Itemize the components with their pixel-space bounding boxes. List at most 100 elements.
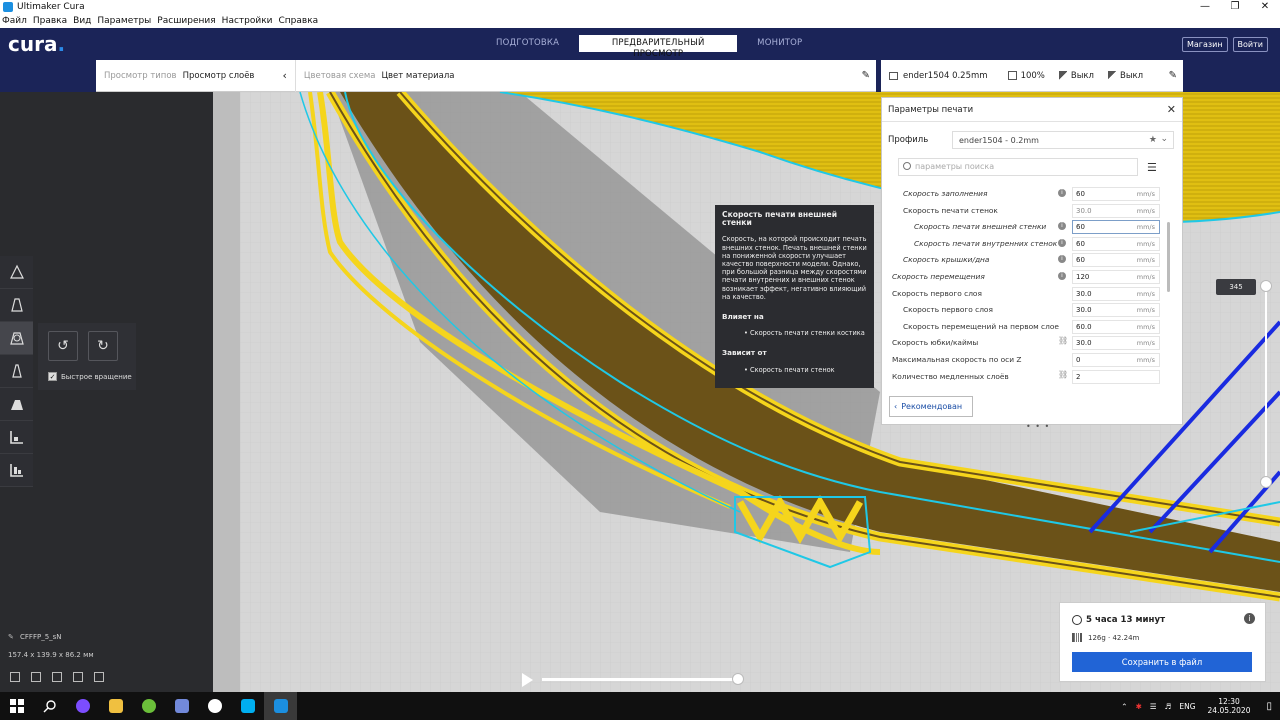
right-view-icon[interactable] bbox=[94, 672, 104, 682]
layflat-icon bbox=[9, 464, 23, 477]
layer-slider-upper-handle[interactable] bbox=[1260, 280, 1272, 292]
menu-edit[interactable]: Правка bbox=[33, 16, 67, 26]
color-scheme-select[interactable]: Цвет материала bbox=[381, 71, 454, 81]
settings-scrollbar[interactable] bbox=[1167, 222, 1170, 292]
menu-view[interactable]: Вид bbox=[73, 16, 91, 26]
menu-extensions[interactable]: Расширения bbox=[157, 16, 215, 26]
setting-value-input[interactable]: 30.0 mm/s bbox=[1072, 336, 1160, 351]
rotate-tool[interactable] bbox=[0, 322, 33, 355]
minimize-button[interactable]: — bbox=[1190, 0, 1220, 14]
setting-value-input[interactable]: 2 bbox=[1072, 369, 1160, 384]
3d-view-icon[interactable] bbox=[10, 672, 20, 682]
info-icon[interactable]: i bbox=[1058, 222, 1066, 231]
profile-select[interactable]: ender1504 - 0.2mm ★ ⌄ bbox=[952, 131, 1174, 149]
move-tool[interactable] bbox=[0, 256, 33, 289]
marketplace-button[interactable]: Магазин bbox=[1181, 37, 1228, 52]
per-model-settings-tool[interactable] bbox=[0, 388, 33, 421]
setting-label: Скорость печати внутренних стенок bbox=[914, 238, 1058, 248]
notifications-icon[interactable]: ▯ bbox=[1266, 701, 1272, 712]
info-icon[interactable]: i bbox=[1058, 238, 1066, 247]
printer-selector[interactable]: ender1504 0.25mm bbox=[889, 71, 988, 81]
snap-rotation-checkbox[interactable]: ✓ bbox=[48, 372, 57, 381]
layflat-tool[interactable] bbox=[0, 454, 33, 487]
setting-value-input[interactable]: 0 mm/s bbox=[1072, 352, 1160, 367]
print-time: 5 часа 13 минут bbox=[1072, 615, 1165, 625]
menu-file[interactable]: Файл bbox=[2, 16, 27, 26]
front-view-icon[interactable] bbox=[31, 672, 41, 682]
alice-icon bbox=[75, 699, 90, 713]
pencil-icon[interactable]: ✎ bbox=[1169, 70, 1177, 81]
close-icon[interactable]: ✕ bbox=[1167, 103, 1176, 116]
setting-value-input[interactable]: 60 mm/s bbox=[1072, 187, 1160, 201]
recommended-button[interactable]: ‹ Рекомендован bbox=[889, 396, 973, 417]
hamburger-menu-icon[interactable]: ☰ bbox=[1147, 161, 1157, 174]
network-icon[interactable]: ☰ bbox=[1150, 702, 1157, 711]
link-icon[interactable]: ⛓ bbox=[1058, 370, 1068, 379]
layer-slider-lower-handle[interactable] bbox=[1260, 476, 1272, 488]
close-window-button[interactable]: ✕ bbox=[1250, 0, 1280, 14]
tray-chevron-up-icon[interactable]: ⌃ bbox=[1121, 702, 1127, 711]
settings-search-input[interactable]: параметры поиска bbox=[898, 158, 1138, 176]
setting-value-input[interactable]: 30.0 mm/s bbox=[1072, 203, 1160, 218]
setting-value-input[interactable]: 60.0 mm/s bbox=[1072, 319, 1160, 334]
setting-value-input[interactable]: 60 mm/s bbox=[1072, 220, 1160, 235]
tab-monitor[interactable]: МОНИТОР bbox=[747, 35, 812, 52]
taskbar-app-discord[interactable] bbox=[165, 692, 198, 720]
lay-flat-button[interactable]: ↻ bbox=[88, 331, 118, 361]
view-type-select[interactable]: Просмотр слоёв bbox=[183, 71, 255, 81]
setting-value-input[interactable]: 30.0 mm/s bbox=[1072, 286, 1160, 301]
taskbar-app-skype[interactable] bbox=[231, 692, 264, 720]
layer-slider-track[interactable] bbox=[1265, 286, 1267, 482]
link-icon[interactable]: ⛓ bbox=[1058, 336, 1068, 345]
scale-tool[interactable] bbox=[0, 289, 33, 322]
setting-value-input[interactable]: 60 mm/s bbox=[1072, 253, 1160, 268]
taskbar-clock[interactable]: 12:30 24.05.2020 bbox=[1208, 697, 1251, 715]
setting-label: Скорость печати стенок bbox=[903, 205, 998, 215]
setting-value-input[interactable]: 60 mm/s bbox=[1072, 236, 1160, 251]
rotate-icon bbox=[9, 332, 24, 345]
keyboard-language[interactable]: ENG bbox=[1179, 702, 1195, 711]
menu-help[interactable]: Справка bbox=[279, 16, 319, 26]
print-setup-bar[interactable]: ender1504 0.25mm 100% Выкл Выкл ✎ bbox=[881, 60, 1183, 92]
left-view-icon[interactable] bbox=[73, 672, 83, 682]
panel-title: Параметры печати bbox=[888, 104, 974, 115]
info-icon[interactable]: i bbox=[1244, 613, 1255, 624]
taskbar-app-explorer[interactable] bbox=[99, 692, 132, 720]
tab-preview[interactable]: ПРЕДВАРИТЕЛЬНЫЙ ПРОСМОТР bbox=[579, 35, 738, 59]
taskbar-app-yandex[interactable] bbox=[198, 692, 231, 720]
taskbar-app-cura[interactable] bbox=[264, 692, 297, 720]
tab-prepare[interactable]: ПОДГОТОВКА bbox=[486, 35, 569, 52]
info-icon[interactable]: i bbox=[1058, 271, 1066, 280]
pencil-icon[interactable]: ✎ bbox=[862, 70, 870, 81]
playback-slider-handle[interactable] bbox=[732, 673, 744, 685]
reset-rotation-button[interactable]: ↺ bbox=[48, 331, 78, 361]
setting-value-input[interactable]: 30.0 mm/s bbox=[1072, 303, 1160, 318]
mirror-tool[interactable] bbox=[0, 355, 33, 388]
maximize-button[interactable]: ❐ bbox=[1220, 0, 1250, 14]
chevron-left-icon[interactable]: ‹ bbox=[282, 69, 286, 82]
taskbar-app-utorrent[interactable] bbox=[132, 692, 165, 720]
volume-icon[interactable]: ♬ bbox=[1165, 702, 1172, 711]
setting-row: Скорость заполнения i 60 mm/s bbox=[892, 186, 1162, 203]
tray-app-icon[interactable]: ✱ bbox=[1136, 702, 1142, 711]
pencil-icon[interactable]: ✎ bbox=[8, 633, 16, 641]
start-button[interactable] bbox=[0, 692, 33, 720]
play-icon[interactable] bbox=[522, 673, 533, 687]
menu-settings[interactable]: Параметры bbox=[97, 16, 151, 26]
support-blocker-tool[interactable] bbox=[0, 421, 33, 454]
taskbar-app-alice[interactable] bbox=[66, 692, 99, 720]
menu-preferences[interactable]: Настройки bbox=[222, 16, 273, 26]
app-header: cura. ПОДГОТОВКА ПРЕДВАРИТЕЛЬНЫЙ ПРОСМОТ… bbox=[0, 28, 1280, 60]
playback-slider-track[interactable] bbox=[542, 678, 738, 681]
panel-resize-handle[interactable]: • • • bbox=[1026, 422, 1050, 431]
info-icon[interactable]: i bbox=[1058, 189, 1066, 197]
search-taskbar-button[interactable] bbox=[33, 692, 66, 720]
signin-button[interactable]: Войти bbox=[1232, 37, 1268, 52]
save-to-file-button[interactable]: Сохранить в файл bbox=[1072, 652, 1252, 672]
info-icon[interactable]: i bbox=[1058, 255, 1066, 264]
setting-value-input[interactable]: 120 mm/s bbox=[1072, 269, 1160, 284]
top-view-icon[interactable] bbox=[52, 672, 62, 682]
tooltip-affects-item: • Скорость печати стенки костика bbox=[744, 329, 865, 338]
current-layer-input[interactable]: 345 bbox=[1216, 279, 1256, 295]
window-titlebar: Ultimaker Cura — ❐ ✕ bbox=[0, 0, 1280, 14]
